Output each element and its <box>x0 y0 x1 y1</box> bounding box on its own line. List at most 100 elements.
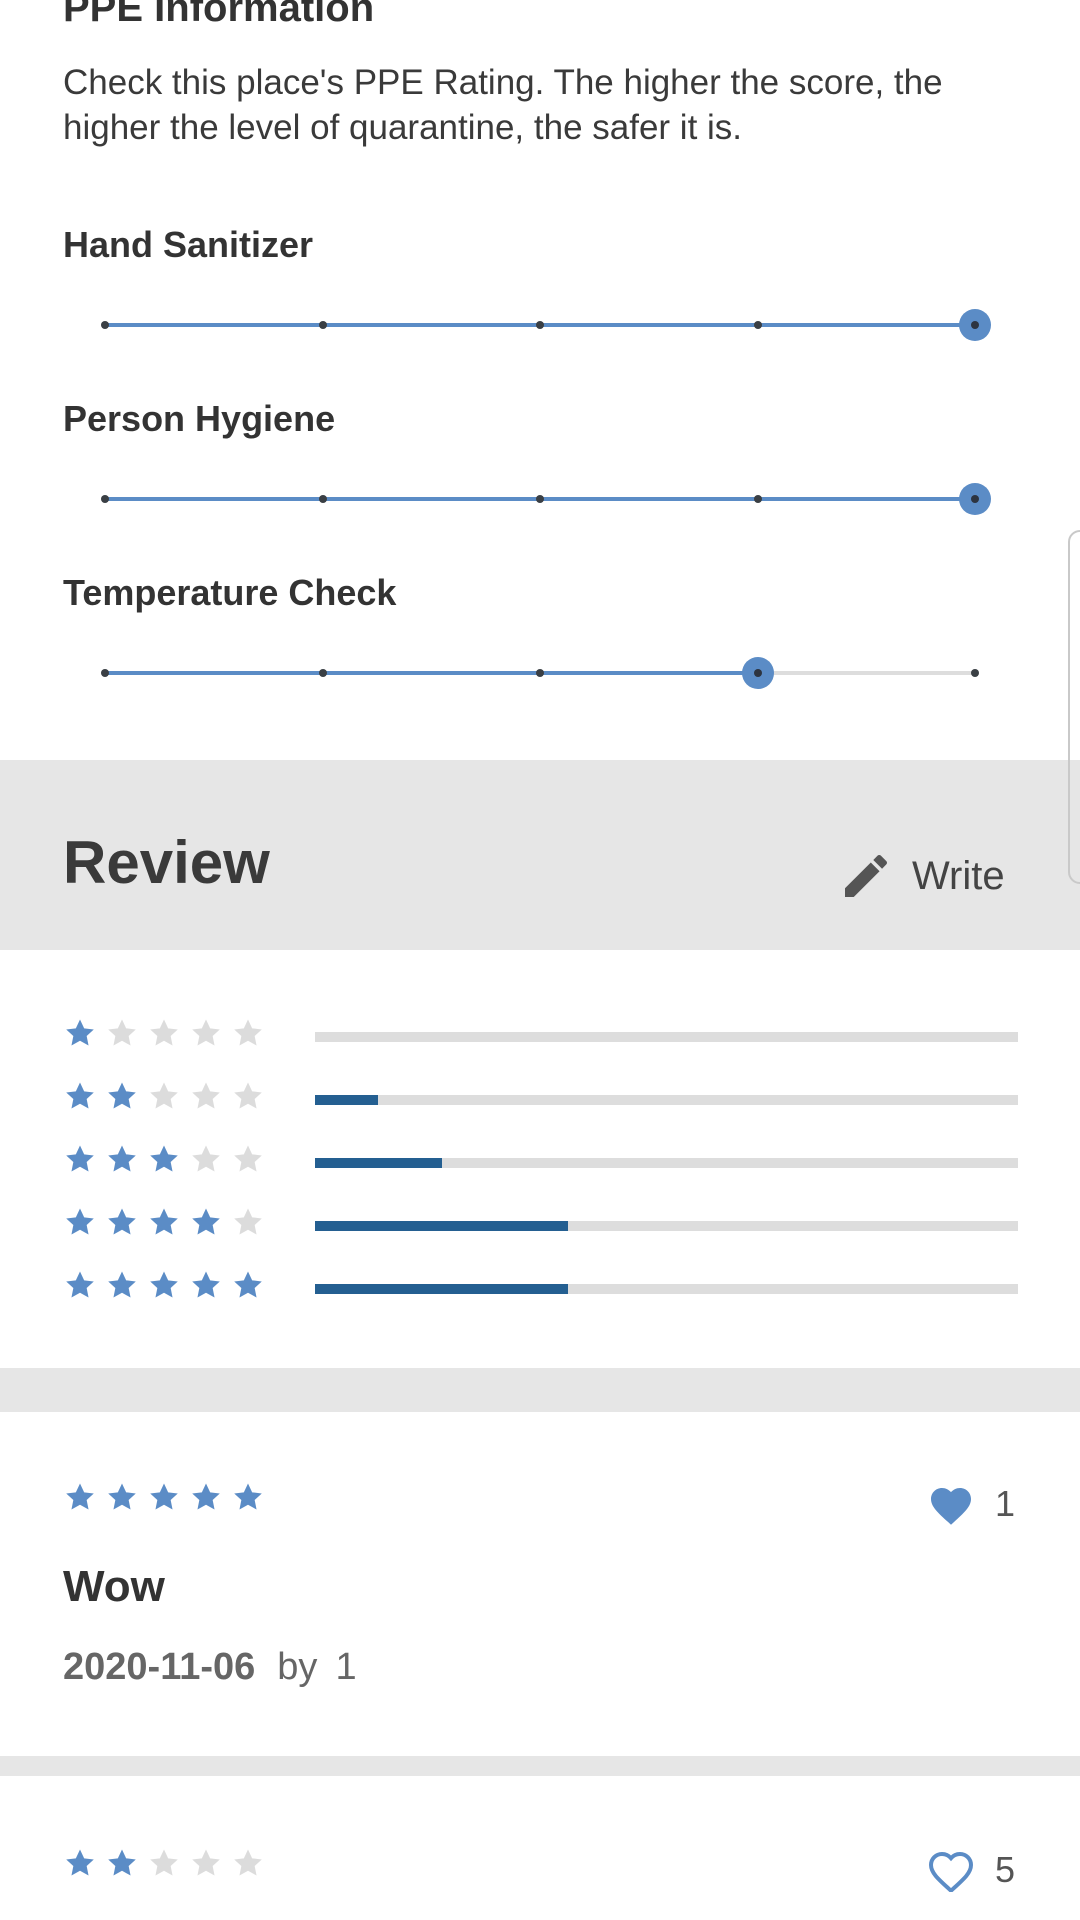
like-button[interactable]: 5 <box>927 1848 1015 1892</box>
star-filled-icon <box>108 1483 136 1510</box>
distribution-bar <box>315 1095 1018 1105</box>
star-filled-icon <box>150 1145 178 1172</box>
star-rating <box>63 1016 273 1050</box>
star-filled-icon <box>108 1145 136 1172</box>
star-filled-icon <box>192 1271 220 1298</box>
slider-tick <box>753 495 762 503</box>
review-card[interactable]: 1 Wow 2020-11-06 by 1 <box>0 1412 1080 1756</box>
star-rating <box>63 1205 273 1239</box>
star-empty-icon <box>234 1849 262 1876</box>
slider-tick <box>536 321 544 329</box>
star-filled-icon <box>108 1082 136 1109</box>
rating-label-temperature-check: Temperature Check <box>63 572 397 613</box>
slider-tick <box>318 321 327 329</box>
distribution-row-4-star <box>63 1205 1018 1245</box>
heart-icon <box>930 1488 971 1525</box>
star-filled-icon <box>66 1019 94 1046</box>
star-empty-icon <box>150 1849 178 1876</box>
star-empty-icon <box>192 1082 220 1109</box>
heart-outline-icon <box>928 1851 973 1892</box>
slider-tick <box>101 495 109 503</box>
slider-tick <box>101 321 109 329</box>
pencil-icon <box>845 854 888 897</box>
review-card[interactable]: 5 <box>0 1776 1080 1920</box>
star-empty-icon <box>150 1082 178 1109</box>
write-review-button[interactable]: Write <box>838 846 1005 906</box>
star-filled-icon <box>66 1483 94 1510</box>
distribution-bar <box>315 1032 1018 1042</box>
star-rating <box>63 1079 273 1113</box>
review-star-rating <box>63 1480 273 1514</box>
slider-tick <box>536 669 544 677</box>
distribution-bar-fill <box>315 1158 442 1168</box>
star-filled-icon <box>150 1208 178 1235</box>
distribution-row-5-star <box>63 1268 1018 1308</box>
like-button[interactable]: 1 <box>927 1482 1015 1526</box>
like-count: 5 <box>994 1849 1015 1890</box>
slider-temperature-check[interactable] <box>101 653 979 693</box>
star-filled-icon <box>66 1208 94 1235</box>
star-filled-icon <box>192 1208 220 1235</box>
slider-tick <box>753 321 762 329</box>
write-label: Write <box>912 853 1005 898</box>
rating-distribution <box>0 950 1080 1368</box>
star-empty-icon <box>234 1019 262 1046</box>
star-filled-icon <box>108 1271 136 1298</box>
distribution-row-3-star <box>63 1142 1018 1182</box>
star-filled-icon <box>192 1483 220 1510</box>
star-filled-icon <box>66 1849 94 1876</box>
slider-thumb[interactable] <box>959 309 991 341</box>
star-filled-icon <box>234 1271 262 1298</box>
edge-panel-handle[interactable] <box>1068 530 1080 884</box>
star-filled-icon <box>66 1145 94 1172</box>
ppe-heading: PPE Information <box>63 0 375 30</box>
slider-person-hygiene[interactable] <box>101 479 991 519</box>
distribution-bar <box>315 1221 1018 1231</box>
distribution-bar-fill <box>315 1095 379 1105</box>
slider-thumb[interactable] <box>959 483 991 515</box>
review-star-rating <box>63 1846 273 1880</box>
star-filled-icon <box>66 1271 94 1298</box>
star-filled-icon <box>150 1483 178 1510</box>
distribution-bar <box>315 1284 1018 1294</box>
like-count: 1 <box>994 1483 1015 1524</box>
distribution-bar-fill <box>315 1284 569 1294</box>
review-title-text: Wow <box>63 1562 165 1611</box>
review-author: 1 <box>335 1646 357 1688</box>
star-filled-icon <box>234 1483 262 1510</box>
rating-label-hand-sanitizer: Hand Sanitizer <box>63 224 314 265</box>
slider-tick <box>318 495 327 503</box>
star-empty-icon <box>234 1145 262 1172</box>
star-empty-icon <box>192 1849 220 1876</box>
star-empty-icon <box>192 1145 220 1172</box>
review-date: 2020-11-06 <box>63 1646 256 1688</box>
star-empty-icon <box>234 1208 262 1235</box>
star-filled-icon <box>108 1208 136 1235</box>
star-empty-icon <box>234 1082 262 1109</box>
review-title: Review <box>63 829 270 896</box>
review-by-label: by <box>277 1646 318 1688</box>
slider-thumb[interactable] <box>741 657 774 689</box>
review-meta: 2020-11-06 by 1 <box>63 1646 357 1689</box>
distribution-row-1-star <box>63 1016 1018 1056</box>
star-rating <box>63 1268 273 1302</box>
ppe-description: Check this place's PPE Rating. The highe… <box>63 63 943 147</box>
ppe-section: PPE Information Check this place's PPE R… <box>0 0 1080 760</box>
rating-label-person-hygiene: Person Hygiene <box>63 398 336 439</box>
star-rating <box>63 1142 273 1176</box>
slider-tick <box>971 669 979 677</box>
slider-fill <box>105 671 758 675</box>
star-empty-icon <box>108 1019 136 1046</box>
star-filled-icon <box>108 1849 136 1876</box>
star-filled-icon <box>66 1082 94 1109</box>
slider-hand-sanitizer[interactable] <box>101 305 991 345</box>
slider-tick <box>101 669 109 677</box>
slider-tick <box>536 495 544 503</box>
star-empty-icon <box>150 1019 178 1046</box>
distribution-row-2-star <box>63 1079 1018 1119</box>
star-filled-icon <box>150 1271 178 1298</box>
distribution-bar <box>315 1158 1018 1168</box>
slider-tick <box>318 669 327 677</box>
star-empty-icon <box>192 1019 220 1046</box>
distribution-bar-fill <box>315 1221 569 1231</box>
